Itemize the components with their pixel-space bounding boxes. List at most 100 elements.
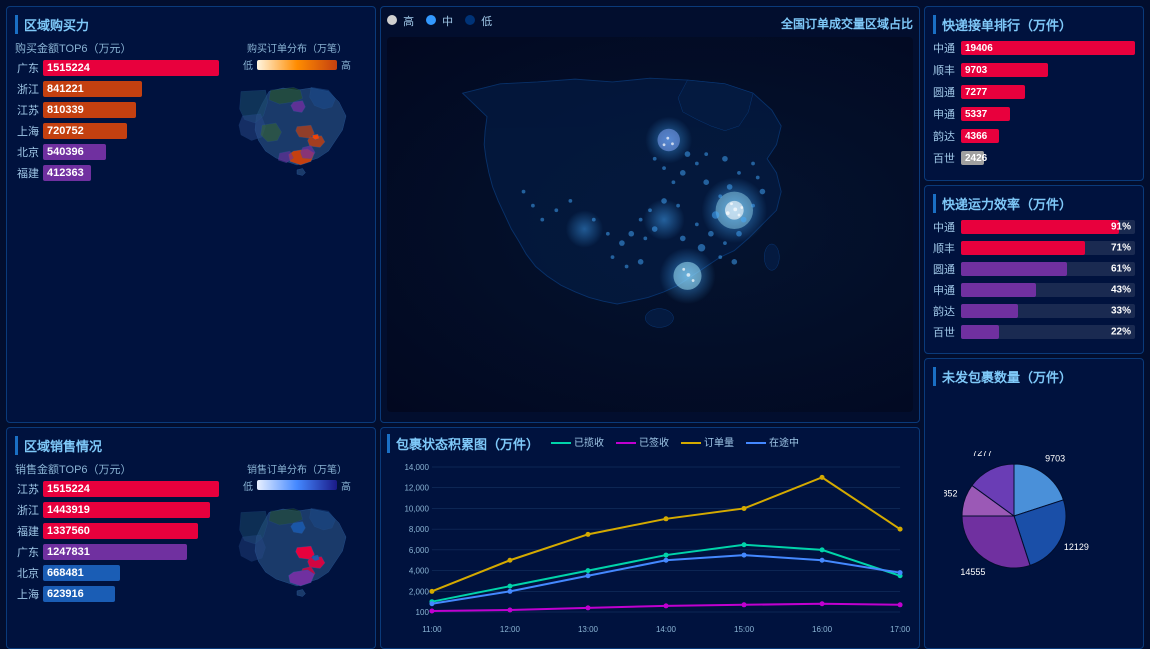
bar-value: 1515224 <box>47 483 90 495</box>
chart-dot <box>585 568 590 573</box>
express-row: 韵达 4366 <box>933 128 1135 144</box>
express-value: 19406 <box>965 43 993 54</box>
eff-bar-wrap: 61% <box>961 262 1135 276</box>
bar-label: 北京 <box>15 565 39 581</box>
bar-value: 540396 <box>47 146 84 158</box>
express-row: 百世 2426 <box>933 150 1135 166</box>
eff-bar-wrap: 91% <box>961 220 1135 234</box>
chart-dot <box>664 603 669 608</box>
chart-dot <box>507 607 512 612</box>
map-legend-bar: 高 中 低 <box>387 13 492 29</box>
express-bar-wrap: 19406 <box>961 41 1135 55</box>
bar-value: 841221 <box>47 83 84 95</box>
pie-label: 4852 <box>944 489 957 499</box>
express-bar-wrap: 2426 <box>961 151 1135 165</box>
pie-panel: 未发包裹数量（万件） 9703121291455548527277 <box>924 358 1144 649</box>
eff-pct: 71% <box>1111 243 1131 254</box>
bar-wrap: 810339 <box>43 102 219 118</box>
y-label: 8,000 <box>409 525 430 534</box>
chart-title: 包裹状态积累图（万件） <box>387 434 539 453</box>
buy-panel-title: 区域购买力 <box>15 15 367 34</box>
chart-panel: 包裹状态积累图（万件） 已揽收 已签收 订单量 在途中 1002,0004,00… <box>380 427 920 649</box>
express-value: 4366 <box>965 131 987 142</box>
express-name: 申通 <box>933 106 961 122</box>
legend-qianshou-line <box>616 442 636 444</box>
pie-label: 7277 <box>972 451 992 458</box>
bar-value: 1247831 <box>47 546 90 558</box>
express-name: 韵达 <box>933 128 961 144</box>
chart-dot <box>742 602 747 607</box>
bar-wrap: 1247831 <box>43 544 219 560</box>
sell-panel: 区域销售情况 销售金额TOP6（万元） 江苏 1515224 浙江 144391… <box>6 427 376 649</box>
eff-bar <box>961 325 999 339</box>
chart-dot <box>585 532 590 537</box>
legend-low-dot <box>465 15 475 25</box>
chart-legend: 已揽收 已签收 订单量 在途中 <box>551 434 799 449</box>
bar-value: 1515224 <box>47 62 90 74</box>
pie-label: 14555 <box>960 567 985 577</box>
dashboard: 区域购买力 购买金额TOP6（万元） 广东 1515224 浙江 841221 … <box>0 0 1150 589</box>
y-label: 14,000 <box>404 463 429 472</box>
express-name: 中通 <box>933 40 961 56</box>
bar-row: 广东 1515224 <box>15 60 219 76</box>
sell-panel-title: 区域销售情况 <box>15 436 367 455</box>
bar-row: 江苏 1515224 <box>15 481 219 497</box>
legend-dingdan-line <box>681 442 701 444</box>
bar-label: 江苏 <box>15 481 39 497</box>
china-glow-map <box>387 37 913 412</box>
line-dingdan <box>432 477 900 591</box>
right-panel: 快递接单排行（万件） 中通 19406 顺丰 9703 圆通 7277 申通 5… <box>924 6 1144 649</box>
eff-name: 顺丰 <box>933 240 961 256</box>
bar-row: 上海 623916 <box>15 586 219 602</box>
chart-dot <box>585 605 590 610</box>
bar-value: 623916 <box>47 588 84 600</box>
x-label: 11:00 <box>422 625 442 634</box>
eff-name: 圆通 <box>933 261 961 277</box>
bar-wrap: 841221 <box>43 81 219 97</box>
sell-subtitle: 销售金额TOP6（万元） <box>15 461 219 477</box>
bar-label: 浙江 <box>15 81 39 97</box>
eff-bar <box>961 262 1067 276</box>
bar-wrap: 1443919 <box>43 502 219 518</box>
legend-mid-dot <box>426 15 436 25</box>
bar-value: 1337560 <box>47 525 90 537</box>
express-value: 7277 <box>965 87 987 98</box>
bar-wrap: 623916 <box>43 586 219 602</box>
express-bar-wrap: 5337 <box>961 107 1135 121</box>
map-panel-title: 全国订单成交量区域占比 <box>781 15 913 32</box>
chart-dot <box>742 542 747 547</box>
eff-bar <box>961 283 1036 297</box>
buy-gradient-legend: 低 高 <box>243 57 351 72</box>
sell-grad-bar <box>257 480 337 490</box>
eff-bar <box>961 220 1119 234</box>
y-label: 10,000 <box>404 504 429 513</box>
express-name: 顺丰 <box>933 62 961 78</box>
bar-label: 广东 <box>15 60 39 76</box>
eff-bar-wrap: 71% <box>961 241 1135 255</box>
bar-wrap: 1515224 <box>43 481 219 497</box>
line-chart: 1002,0004,0006,0008,00010,00012,00014,00… <box>387 457 913 637</box>
chart-dot <box>898 602 903 607</box>
bar-wrap: 1515224 <box>43 60 219 76</box>
express-row: 中通 19406 <box>933 40 1135 56</box>
eff-name: 中通 <box>933 219 961 235</box>
chart-dot <box>664 552 669 557</box>
eff-bar-wrap: 43% <box>961 283 1135 297</box>
eff-row: 百世 22% <box>933 324 1135 340</box>
express-bar-wrap: 4366 <box>961 129 1135 143</box>
bar-wrap: 720752 <box>43 123 219 139</box>
pie-label: 9703 <box>1045 454 1065 464</box>
chart-dot <box>820 547 825 552</box>
x-label: 15:00 <box>734 625 755 634</box>
chart-dot <box>429 589 434 594</box>
buy-subtitle: 购买金额TOP6（万元） <box>15 40 219 56</box>
buy-legend-title: 购买订单分布（万笔） <box>247 40 347 55</box>
bar-wrap: 540396 <box>43 144 219 160</box>
eff-name: 申通 <box>933 282 961 298</box>
bar-value: 668481 <box>47 567 84 579</box>
chart-dot <box>898 570 903 575</box>
bar-row: 广东 1247831 <box>15 544 219 560</box>
legend-high-dot <box>387 15 397 25</box>
bar-wrap: 412363 <box>43 165 219 181</box>
chart-dot <box>820 557 825 562</box>
